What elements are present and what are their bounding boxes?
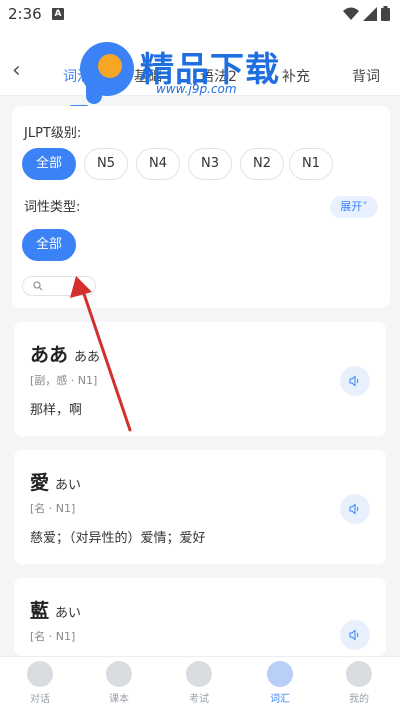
word-card[interactable]: 愛 あい [名 · N1] 慈爱；（对异性的）爱情；爱好 xyxy=(14,450,386,564)
tab-basics[interactable]: 基础 xyxy=(134,66,162,86)
word-tag: [名 · N1] xyxy=(30,630,76,643)
expand-button[interactable]: 展开˅ xyxy=(330,196,378,218)
speaker-icon xyxy=(349,503,359,515)
word-meaning: 慈爱；（对异性的）爱情；爱好 xyxy=(30,531,206,546)
profile-icon xyxy=(346,661,372,687)
status-time: 2:36 xyxy=(8,5,42,23)
nav-exam[interactable]: 考试 xyxy=(169,661,229,705)
level-n4-button[interactable]: N4 xyxy=(136,148,180,180)
jlpt-level-label: JLPT级别: xyxy=(24,126,82,141)
bottom-nav: 对话 课本 考试 词汇 我的 xyxy=(0,656,400,712)
nav-profile[interactable]: 我的 xyxy=(329,661,389,705)
nav-label: 对话 xyxy=(30,694,50,705)
star-icon xyxy=(267,661,293,687)
tab-grammar[interactable]: 语法2 xyxy=(200,66,237,86)
word-meaning: 那样，啊 xyxy=(30,403,83,418)
wifi-icon xyxy=(343,7,359,20)
word-kanji: 愛 xyxy=(30,472,50,494)
level-n2-button[interactable]: N2 xyxy=(240,148,284,180)
chevron-down-icon: ˅ xyxy=(362,200,368,213)
audio-button[interactable] xyxy=(340,494,370,524)
tab-vocabulary[interactable]: 词汇 xyxy=(63,66,91,86)
search-icon xyxy=(33,281,43,291)
audio-button[interactable] xyxy=(340,366,370,396)
word-tag: [副，感 · N1] xyxy=(30,374,98,387)
status-icons xyxy=(343,6,390,21)
level-n1-button[interactable]: N1 xyxy=(289,148,333,180)
word-heading: 藍 あい xyxy=(30,596,81,623)
pos-all-button[interactable]: 全部 xyxy=(22,229,76,261)
book-icon xyxy=(106,661,132,687)
audio-button[interactable] xyxy=(340,620,370,650)
pos-type-label: 词性类型: xyxy=(24,200,81,215)
expand-label: 展开 xyxy=(340,200,363,213)
search-input[interactable] xyxy=(22,276,96,296)
battery-icon xyxy=(381,6,390,21)
nav-label: 考试 xyxy=(189,694,209,705)
word-kana: あい xyxy=(55,606,82,621)
word-kanji: ああ xyxy=(30,344,69,366)
filter-card: JLPT级别: 全部 N5 N4 N3 N2 N1 词性类型: 展开˅ 全部 xyxy=(12,106,390,308)
exam-icon xyxy=(186,661,212,687)
word-card[interactable]: ああ ああ [副，感 · N1] 那样，啊 xyxy=(14,322,386,436)
word-heading: ああ ああ xyxy=(30,340,100,367)
nav-dialogue[interactable]: 对话 xyxy=(10,661,70,705)
word-tag: [名 · N1] xyxy=(30,502,76,515)
notification-icon: A xyxy=(52,8,64,20)
word-kana: あい xyxy=(55,478,82,493)
speaker-icon xyxy=(349,629,359,641)
nav-label: 课本 xyxy=(109,694,129,705)
back-button[interactable]: ‹ xyxy=(12,60,21,82)
nav-textbook[interactable]: 课本 xyxy=(89,661,149,705)
word-kana: ああ xyxy=(74,350,101,365)
word-card[interactable]: 藍 あい [名 · N1] xyxy=(14,578,386,656)
signal-icon xyxy=(363,6,377,21)
word-heading: 愛 あい xyxy=(30,468,81,495)
tab-supplement[interactable]: 补充 xyxy=(282,66,310,86)
speaker-icon xyxy=(349,375,359,387)
heart-bubble-icon xyxy=(27,661,53,687)
word-kanji: 藍 xyxy=(30,600,50,622)
level-n3-button[interactable]: N3 xyxy=(188,148,232,180)
tab-memorize[interactable]: 背词 xyxy=(352,66,380,86)
level-all-button[interactable]: 全部 xyxy=(22,148,76,180)
level-n5-button[interactable]: N5 xyxy=(84,148,128,180)
status-bar: 2:36 A xyxy=(0,0,400,30)
nav-label: 词汇 xyxy=(270,694,290,705)
top-nav: ‹ 词汇 基础 语法2 补充 背词 xyxy=(0,30,400,108)
nav-label: 我的 xyxy=(349,694,369,705)
nav-vocabulary[interactable]: 词汇 xyxy=(250,661,310,705)
